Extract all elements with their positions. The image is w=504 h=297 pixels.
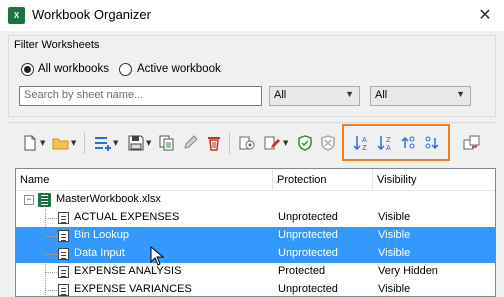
open-folder-icon bbox=[52, 138, 69, 150]
move-up-button[interactable] bbox=[399, 133, 419, 153]
protect-icon bbox=[264, 136, 280, 150]
switch-icon bbox=[463, 135, 480, 150]
sheet-visibility: Visible bbox=[378, 247, 411, 259]
svg-text:A: A bbox=[362, 136, 367, 144]
print-preview-button[interactable] bbox=[238, 133, 258, 153]
rename-icon bbox=[184, 135, 198, 149]
column-header-visibility[interactable]: Visibility bbox=[373, 169, 495, 191]
save-icon bbox=[128, 135, 144, 151]
copy-icon bbox=[159, 135, 174, 151]
sheet-name: ACTUAL EXPENSES bbox=[74, 211, 180, 223]
visibility-filter-select[interactable]: All ▼ bbox=[370, 86, 471, 106]
all-workbooks-radio[interactable] bbox=[21, 63, 34, 76]
chevron-down-icon[interactable]: ▼ bbox=[40, 139, 45, 147]
sheet-protection: Unprotected bbox=[278, 247, 338, 259]
tree-line bbox=[45, 218, 57, 219]
shield-x-icon bbox=[321, 135, 335, 151]
chevron-down-icon: ▼ bbox=[345, 89, 354, 99]
chevron-down-icon[interactable]: ▼ bbox=[71, 139, 76, 147]
chevron-down-icon[interactable]: ▼ bbox=[113, 139, 118, 147]
table-row[interactable]: EXPENSE ANALYSIS Protected Very Hidden bbox=[16, 263, 495, 281]
new-sheet-button[interactable] bbox=[20, 133, 40, 153]
delete-button[interactable] bbox=[204, 133, 224, 153]
close-button[interactable]: ✕ bbox=[470, 2, 500, 28]
chevron-down-icon[interactable]: ▼ bbox=[283, 139, 288, 147]
worksheet-icon bbox=[58, 230, 69, 242]
worksheet-icon bbox=[58, 266, 69, 278]
sort-descending-button[interactable]: ZA bbox=[376, 133, 396, 153]
visibility-filter-value: All bbox=[375, 89, 388, 101]
collapse-icon[interactable]: − bbox=[24, 195, 34, 205]
svg-text:Z: Z bbox=[362, 144, 367, 152]
rename-button[interactable] bbox=[180, 133, 200, 153]
column-header-name[interactable]: Name bbox=[16, 169, 273, 191]
move-down-button[interactable] bbox=[422, 133, 442, 153]
new-sheet-icon bbox=[24, 135, 36, 151]
sheet-visibility: Visible bbox=[378, 211, 411, 223]
worksheet-list[interactable]: Name Protection Visibility − MasterWorkb… bbox=[15, 168, 496, 297]
sheet-name: EXPENSE ANALYSIS bbox=[74, 265, 182, 277]
sheet-name: Data Input bbox=[74, 247, 125, 259]
table-row[interactable]: Bin Lookup Unprotected Visible bbox=[16, 227, 495, 245]
svg-text:Z: Z bbox=[386, 136, 391, 144]
chevron-down-icon: ▼ bbox=[456, 89, 465, 99]
excel-app-icon: X bbox=[8, 7, 25, 24]
active-workbook-radio[interactable] bbox=[119, 63, 132, 76]
sheet-visibility: Very Hidden bbox=[378, 265, 438, 277]
sheet-protection: Unprotected bbox=[278, 211, 338, 223]
worksheet-icon bbox=[58, 212, 69, 224]
workbook-name: MasterWorkbook.xlsx bbox=[56, 193, 161, 205]
workbook-row[interactable]: − MasterWorkbook.xlsx bbox=[16, 191, 495, 209]
save-button[interactable] bbox=[126, 133, 146, 153]
toolbar-separator bbox=[84, 132, 85, 154]
sheet-protection: Unprotected bbox=[278, 283, 338, 295]
open-button[interactable] bbox=[51, 133, 71, 153]
svg-text:A: A bbox=[386, 144, 391, 152]
sheet-name: Bin Lookup bbox=[74, 229, 130, 241]
table-row[interactable]: EXPENSE VARIANCES Unprotected Visible bbox=[16, 281, 495, 296]
divider bbox=[8, 122, 496, 123]
insert-button[interactable] bbox=[93, 133, 113, 153]
sheet-visibility: Visible bbox=[378, 229, 411, 241]
table-row[interactable]: ACTUAL EXPENSES Unprotected Visible bbox=[16, 209, 495, 227]
sheet-name: EXPENSE VARIANCES bbox=[74, 283, 192, 295]
filter-group-title: Filter Worksheets bbox=[14, 39, 100, 51]
sheet-visibility: Visible bbox=[378, 283, 411, 295]
search-input[interactable]: Search by sheet name... bbox=[19, 86, 262, 106]
mouse-cursor-icon bbox=[150, 246, 164, 266]
active-workbook-label[interactable]: Active workbook bbox=[137, 63, 221, 75]
sheet-protection: Unprotected bbox=[278, 229, 338, 241]
worksheet-icon bbox=[58, 248, 69, 260]
worksheet-icon bbox=[58, 284, 69, 296]
all-workbooks-label[interactable]: All workbooks bbox=[38, 63, 109, 75]
sheet-protection: Protected bbox=[278, 265, 326, 277]
protection-filter-select[interactable]: All ▼ bbox=[269, 86, 360, 106]
protection-filter-value: All bbox=[274, 89, 287, 101]
tree-line bbox=[45, 236, 57, 237]
move-up-icon bbox=[401, 136, 415, 149]
insert-icon bbox=[95, 137, 111, 151]
protect-button[interactable] bbox=[263, 133, 283, 153]
print-preview-icon bbox=[239, 136, 255, 150]
column-header-protection[interactable]: Protection bbox=[273, 169, 373, 191]
unprotect-all-button[interactable] bbox=[295, 133, 315, 153]
copy-button[interactable] bbox=[157, 133, 177, 153]
sort-descending-icon: ZA bbox=[377, 136, 391, 152]
shield-check-icon bbox=[298, 135, 312, 151]
title-bar: X Workbook Organizer ✕ bbox=[0, 0, 504, 31]
window-title: Workbook Organizer bbox=[32, 7, 151, 22]
move-down-icon bbox=[425, 136, 439, 150]
sort-ascending-button[interactable]: AZ bbox=[352, 133, 372, 153]
workbook-icon bbox=[38, 193, 51, 207]
chevron-down-icon[interactable]: ▼ bbox=[146, 139, 151, 147]
tree-line bbox=[45, 290, 57, 291]
delete-icon bbox=[208, 137, 220, 151]
tree-line bbox=[45, 272, 57, 273]
toolbar-separator bbox=[229, 132, 230, 154]
protect-all-button[interactable] bbox=[318, 133, 338, 153]
tree-line bbox=[45, 254, 57, 255]
table-row[interactable]: Data Input Unprotected Visible bbox=[16, 245, 495, 263]
sort-ascending-icon: AZ bbox=[353, 136, 367, 152]
switch-view-button[interactable] bbox=[462, 133, 482, 153]
